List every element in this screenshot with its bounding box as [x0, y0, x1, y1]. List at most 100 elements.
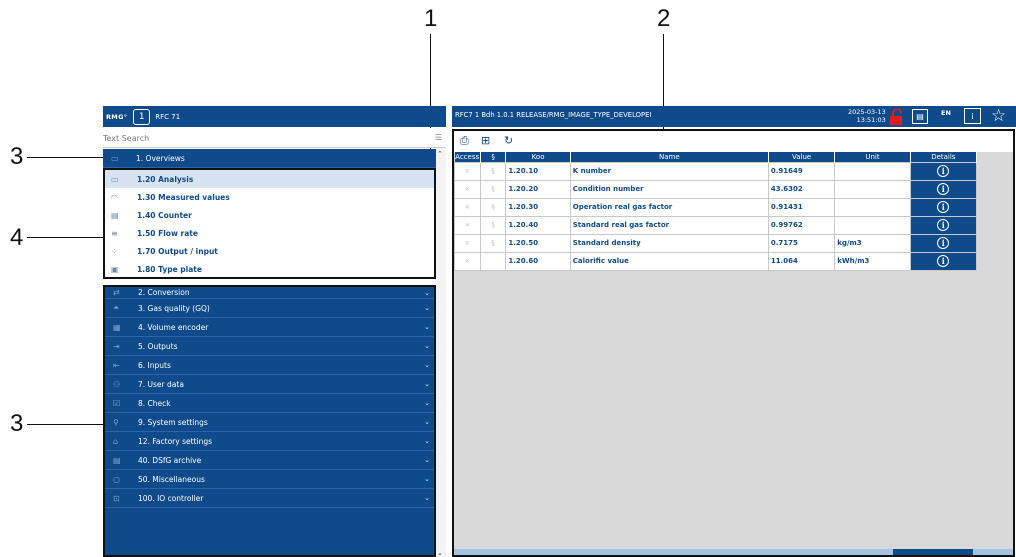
- col-section: §: [480, 152, 507, 162]
- submenu-label: 1.40 Counter: [137, 210, 192, 220]
- filter-icon[interactable]: ☰: [435, 133, 442, 142]
- details-button[interactable]: i: [909, 215, 978, 235]
- archive-icon: ▤: [113, 455, 121, 465]
- name-cell: Calorific value: [569, 251, 769, 271]
- menu-item-factory-settings[interactable]: ⌂ 12. Factory settings ⌄: [105, 432, 434, 451]
- submenu-item-output-input[interactable]: ⁘ 1.70 Output / input: [105, 242, 434, 260]
- analysis-icon: ▭: [111, 174, 119, 184]
- submenu-item-flow-rate[interactable]: ≡ 1.50 Flow rate: [105, 224, 434, 242]
- content-panel: RFC7 1 Bdh 1.0.1 RELEASE/RMG_IMAGE_TYPE_…: [452, 106, 1016, 557]
- print-icon[interactable]: ⎙: [460, 134, 469, 148]
- menu-item-check[interactable]: ☑ 8. Check ⌄: [105, 394, 434, 413]
- chevron-down-icon: ⌄: [424, 456, 430, 464]
- submenu-item-measured-values[interactable]: ◠ 1.30 Measured values: [105, 188, 434, 206]
- type-plate-icon: ▣: [111, 264, 119, 274]
- lock-button[interactable]: [885, 107, 907, 127]
- section-icon: §: [479, 233, 507, 253]
- menu-item-outputs[interactable]: ⇥ 5. Outputs ⌄: [105, 337, 434, 356]
- menu-item-system-settings[interactable]: ⚲ 9. System settings ⌄: [105, 413, 434, 432]
- menu-item-miscellaneous[interactable]: ○ 50. Miscellaneous ⌄: [105, 470, 434, 489]
- export-table-icon[interactable]: ⊞: [481, 134, 490, 147]
- callout-4-line: [27, 237, 103, 238]
- callout-4: 4: [10, 224, 24, 251]
- table-row[interactable]: × § 1.20.40 Standard real gas factor 0.9…: [454, 215, 978, 235]
- details-button[interactable]: i: [909, 179, 978, 199]
- manual-button[interactable]: ▤: [912, 109, 928, 124]
- table-row[interactable]: × § 1.20.50 Standard density 0.7175 kg/m…: [454, 233, 978, 253]
- menu-item-user-data[interactable]: ⚇ 7. User data ⌄: [105, 375, 434, 394]
- left-header: RMG° 1 RFC 71: [103, 106, 446, 127]
- language-button[interactable]: EN: [941, 109, 951, 117]
- name-cell: K number: [569, 161, 769, 181]
- menu-item-overviews[interactable]: ▭ 1. Overviews: [103, 149, 436, 168]
- menu-item-dsfg-archive[interactable]: ▤ 40. DSfG archive ⌄: [105, 451, 434, 470]
- section-icon: §: [479, 197, 507, 217]
- col-unit: Unit: [834, 152, 911, 162]
- device-info-button[interactable]: i: [964, 108, 981, 124]
- menu-item-label: 4. Volume encoder: [138, 322, 209, 332]
- chevron-down-icon: ⌄: [424, 475, 430, 483]
- favorite-star-icon[interactable]: ☆: [991, 106, 1006, 126]
- menu-item-volume-encoder[interactable]: ▦ 4. Volume encoder ⌄: [105, 318, 434, 337]
- datetime: 2025-03-13 13:51:03: [848, 108, 886, 124]
- section-icon: [479, 251, 507, 271]
- details-button[interactable]: i: [909, 161, 978, 181]
- table-row[interactable]: × § 1.20.20 Condition number 43.6302 i: [454, 179, 978, 199]
- name-cell: Standard real gas factor: [569, 215, 769, 235]
- screenshot-root: 1 2 3 4 3 RMG° 1 RFC 71 ☰ ▭ 1. Overviews…: [0, 0, 1016, 557]
- chevron-down-icon[interactable]: ⌄: [437, 549, 443, 557]
- menu-item-label: 100. IO controller: [138, 493, 204, 503]
- chevron-down-icon: ⌄: [424, 380, 430, 388]
- info-icon: i: [971, 111, 974, 121]
- table-header-row: Access § Koo Name Value Unit Details: [454, 152, 978, 162]
- access-icon: ×: [454, 161, 481, 181]
- table-row[interactable]: × 1.20.60 Calorific value 11.064 kWh/m3 …: [454, 251, 978, 271]
- callout-3-top-line: [27, 157, 110, 158]
- toolbar: ⎙ ⊞ ↻: [454, 131, 1013, 152]
- menu-item-label: 5. Outputs: [138, 341, 178, 351]
- search-input[interactable]: [103, 130, 423, 146]
- overviews-submenu: ▭ 1.20 Analysis ◠ 1.30 Measured values ▤…: [103, 168, 436, 279]
- chevron-down-icon: ⌄: [424, 288, 430, 297]
- menu-item-label: 7. User data: [138, 379, 184, 389]
- name-cell: Standard density: [569, 233, 769, 253]
- menu-groups: ⇄ 2. Conversion ⌄ ⏶ 3. Gas quality (GQ) …: [103, 285, 436, 557]
- horizontal-scrollbar[interactable]: [454, 549, 1013, 555]
- chevron-up-icon[interactable]: ⌃: [437, 150, 443, 158]
- menu-group-overviews[interactable]: ▭ 1. Overviews: [103, 149, 436, 168]
- callout-1: 1: [424, 5, 438, 32]
- koo-cell: 1.20.40: [505, 215, 571, 235]
- inputs-icon: ⇤: [113, 360, 120, 370]
- callout-3-bottom-line: [27, 424, 103, 425]
- menu-item-label: 50. Miscellaneous: [138, 474, 205, 484]
- scrollbar-thumb[interactable]: [893, 549, 973, 555]
- col-access: Access: [454, 152, 481, 162]
- right-header: RFC7 1 Bdh 1.0.1 RELEASE/RMG_IMAGE_TYPE_…: [452, 106, 1016, 127]
- submenu-item-analysis[interactable]: ▭ 1.20 Analysis: [105, 170, 434, 188]
- details-button[interactable]: i: [909, 251, 978, 271]
- col-name: Name: [570, 152, 769, 162]
- device-number-badge[interactable]: 1: [133, 108, 151, 125]
- details-button[interactable]: i: [909, 197, 978, 217]
- koo-cell: 1.20.60: [505, 251, 571, 271]
- menu-item-label: 8. Check: [138, 398, 171, 408]
- navigation-panel: RMG° 1 RFC 71 ☰ ▭ 1. Overviews ▭ 1.20 An…: [103, 106, 446, 557]
- submenu-item-type-plate[interactable]: ▣ 1.80 Type plate: [105, 260, 434, 278]
- gas-quality-icon: ⏶: [113, 303, 120, 312]
- table-row[interactable]: × § 1.20.10 K number 0.91649 i: [454, 161, 978, 181]
- outputs-icon: ⇥: [113, 341, 120, 351]
- details-button[interactable]: i: [909, 233, 978, 253]
- menu-item-io-controller[interactable]: ⊡ 100. IO controller ⌄: [105, 489, 434, 508]
- menu-item-conversion[interactable]: ⇄ 2. Conversion ⌄: [105, 287, 434, 299]
- check-icon: ☑: [113, 398, 121, 408]
- refresh-icon[interactable]: ↻: [504, 134, 513, 147]
- section-icon: §: [479, 161, 507, 181]
- unit-cell: [834, 197, 911, 217]
- volume-encoder-icon: ▦: [113, 322, 121, 332]
- submenu-item-counter[interactable]: ▤ 1.40 Counter: [105, 206, 434, 224]
- left-scrollbar[interactable]: ⌃ ⌄: [436, 148, 446, 557]
- table-row[interactable]: × § 1.20.30 Operation real gas factor 0.…: [454, 197, 978, 217]
- access-icon: ×: [454, 197, 481, 217]
- menu-item-inputs[interactable]: ⇤ 6. Inputs ⌄: [105, 356, 434, 375]
- menu-item-gas-quality[interactable]: ⏶ 3. Gas quality (GQ) ⌄: [105, 299, 434, 318]
